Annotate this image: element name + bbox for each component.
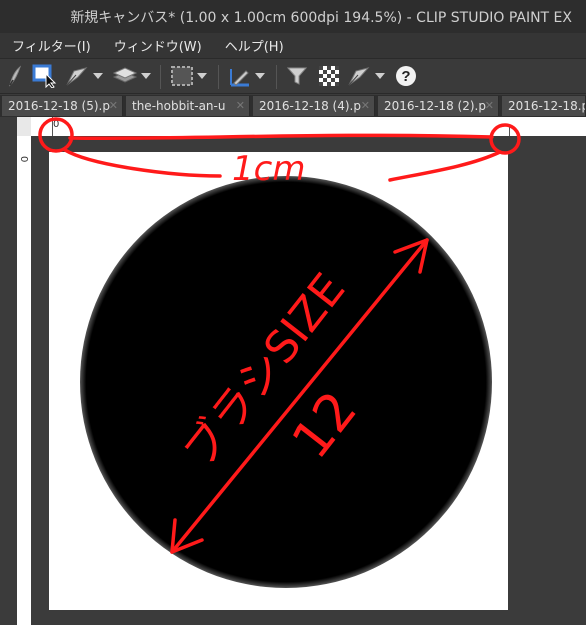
pen-dropdown-icon[interactable] <box>64 65 103 87</box>
close-icon[interactable]: ✕ <box>109 99 118 112</box>
ruler-icon[interactable] <box>228 65 265 87</box>
toolbar-separator <box>218 65 219 89</box>
layers-icon[interactable] <box>112 65 151 87</box>
frame-icon[interactable] <box>170 65 207 87</box>
canvas-drawing <box>80 176 492 588</box>
tab-2016-12-18-4[interactable]: 2016-12-18 (4).p ✕ <box>253 96 375 116</box>
ruler-corner <box>17 117 31 136</box>
tab-2016-12-18[interactable]: 2016-12-18.pn <box>502 96 586 116</box>
tab-label: 2016-12-18 (4).p <box>259 99 361 113</box>
window-title: 新規キャンバス* (1.00 x 1.00cm 600dpi 194.5%) -… <box>70 9 572 26</box>
help-icon[interactable]: ? <box>396 65 416 87</box>
menu-filter[interactable]: フィルター(I) <box>0 36 102 55</box>
chevron-down-icon[interactable] <box>93 73 103 79</box>
funnel-icon[interactable] <box>286 65 308 87</box>
title-bar: 新規キャンバス* (1.00 x 1.00cm 600dpi 194.5%) -… <box>0 0 586 33</box>
chevron-down-icon[interactable] <box>375 73 385 79</box>
brush-dropdown-icon[interactable] <box>346 65 385 87</box>
menu-window[interactable]: ウィンドウ(W) <box>102 36 213 55</box>
ruler-tick <box>509 125 510 136</box>
horizontal-ruler[interactable]: 0 <box>31 117 586 136</box>
black-circle <box>80 176 492 588</box>
chevron-down-icon[interactable] <box>141 73 151 79</box>
close-icon[interactable]: ✕ <box>361 99 370 112</box>
vertical-ruler[interactable]: 0 <box>17 136 31 625</box>
chevron-down-icon[interactable] <box>197 73 207 79</box>
quill-icon[interactable] <box>6 65 24 87</box>
tab-label: 2016-12-18 (2).p <box>384 99 486 113</box>
command-bar: ? <box>0 58 586 94</box>
toolbar-separator <box>276 65 277 89</box>
tab-2016-12-18-5[interactable]: 2016-12-18 (5).p ✕ <box>2 96 123 116</box>
transparency-icon[interactable] <box>318 65 340 87</box>
menu-bar: フィルター(I) ウィンドウ(W) ヘルプ(H) <box>0 33 586 58</box>
tab-the-hobbit[interactable]: the-hobbit-an-u ✕ <box>126 96 250 116</box>
ruler-zero-label: 0 <box>53 119 60 130</box>
document-tab-bar: 2016-12-18 (5).p ✕ the-hobbit-an-u ✕ 201… <box>0 95 586 117</box>
tab-label: the-hobbit-an-u <box>132 99 226 113</box>
chevron-down-icon[interactable] <box>255 73 265 79</box>
close-icon[interactable]: ✕ <box>485 99 494 112</box>
tab-label: 2016-12-18 (5).p <box>8 99 110 113</box>
tab-label: 2016-12-18.pn <box>508 99 585 113</box>
canvas[interactable] <box>49 152 508 610</box>
help-button-label: ? <box>396 66 416 86</box>
left-panel-edge <box>0 117 17 625</box>
ruler-zero-label: 0 <box>18 156 29 163</box>
tab-2016-12-18-2[interactable]: 2016-12-18 (2).p ✕ <box>378 96 499 116</box>
menu-help[interactable]: ヘルプ(H) <box>213 36 295 55</box>
toolbar-separator <box>160 65 161 89</box>
select-layer-icon[interactable] <box>32 64 58 88</box>
close-icon[interactable]: ✕ <box>236 99 245 112</box>
